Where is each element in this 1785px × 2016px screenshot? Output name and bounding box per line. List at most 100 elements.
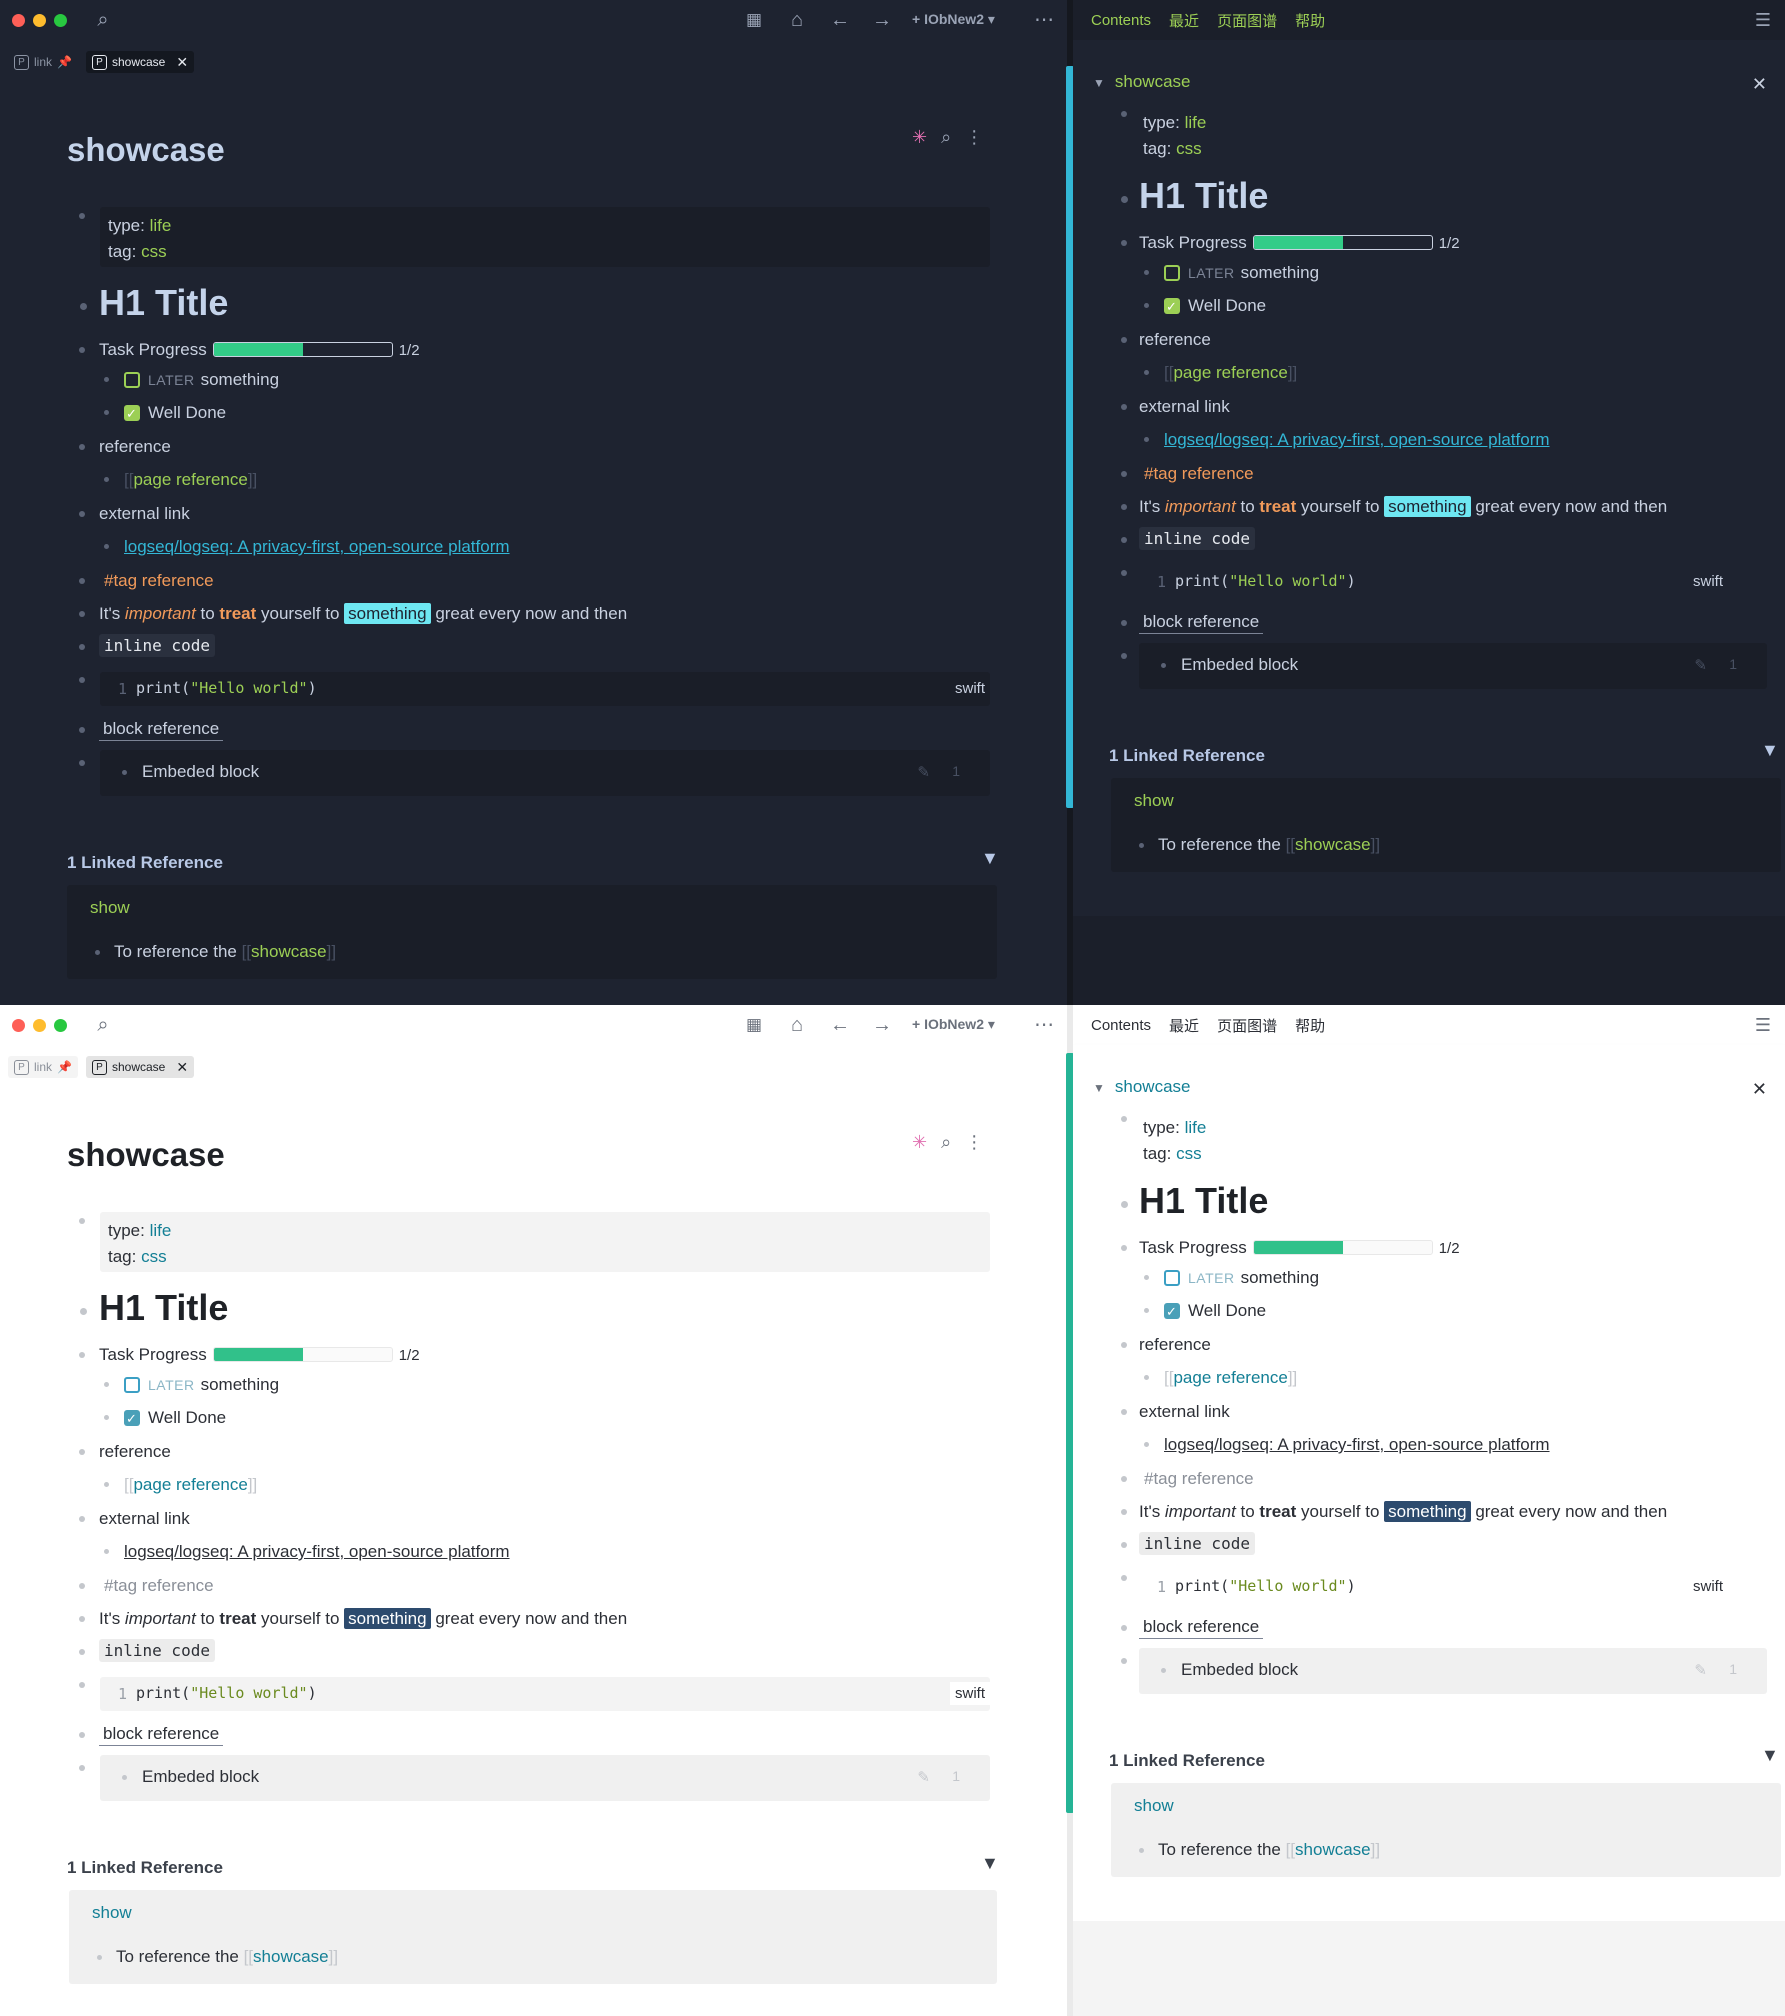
block-reference[interactable]: block reference xyxy=(99,718,224,741)
bullet[interactable] xyxy=(79,644,85,650)
bullet[interactable] xyxy=(1121,471,1127,477)
external-link[interactable]: logseq/logseq: A privacy-first, open-sou… xyxy=(124,1541,510,1563)
bullet[interactable] xyxy=(79,1616,85,1622)
close-icon[interactable]: ✕ xyxy=(1752,1079,1767,1100)
h1-heading[interactable]: H1 Title xyxy=(99,1288,228,1328)
bullet[interactable] xyxy=(1121,653,1127,659)
caret-down-icon[interactable]: ▼ xyxy=(1093,1081,1105,1095)
bullet[interactable] xyxy=(1144,370,1149,375)
reference-count[interactable]: 1 xyxy=(1729,656,1737,672)
page-reference-link[interactable]: showcase xyxy=(251,942,327,961)
arrow-left-icon[interactable]: ← xyxy=(827,1013,853,1037)
arrow-left-icon[interactable]: ← xyxy=(827,8,853,32)
page-reference[interactable]: [[page reference]] xyxy=(1164,362,1297,384)
code-language[interactable]: swift xyxy=(1693,573,1723,590)
embedded-block[interactable]: Embeded block ✎ 1 xyxy=(1139,643,1767,689)
home-icon[interactable]: ⌂ xyxy=(784,1013,810,1037)
calendar-icon[interactable]: ▦ xyxy=(741,8,767,32)
bullet[interactable] xyxy=(1144,270,1149,275)
reference-count[interactable]: 1 xyxy=(952,763,960,779)
bullet[interactable] xyxy=(1121,1245,1127,1251)
calendar-icon[interactable]: ▦ xyxy=(741,1013,767,1037)
bullet[interactable] xyxy=(79,760,85,766)
page-reference-link[interactable]: showcase xyxy=(253,1947,329,1966)
filter-icon[interactable]: ▼ xyxy=(1761,740,1779,761)
bullet[interactable] xyxy=(79,677,85,683)
minimize-window-button[interactable] xyxy=(33,1019,46,1032)
caret-down-icon[interactable]: ▼ xyxy=(1093,76,1105,90)
sidebar-page-title[interactable]: ▼ showcase xyxy=(1093,1077,1191,1097)
page-title[interactable]: showcase xyxy=(67,1136,225,1174)
h1-heading[interactable]: H1 Title xyxy=(1139,176,1268,216)
checkbox[interactable] xyxy=(124,1377,140,1393)
page-reference-link[interactable]: page reference xyxy=(133,470,247,489)
sidebar-nav-graph[interactable]: 页面图谱 xyxy=(1217,1015,1277,1036)
block-reference-link[interactable]: block reference xyxy=(99,1724,224,1746)
bullet[interactable] xyxy=(104,410,109,415)
page-properties[interactable]: type: life tag: css xyxy=(1135,106,1435,162)
checkbox[interactable] xyxy=(124,372,140,388)
tag-reference[interactable]: #tag reference xyxy=(1144,463,1254,485)
external-link[interactable]: logseq/logseq: A privacy-first, open-sou… xyxy=(1164,1434,1550,1456)
more-vertical-icon[interactable]: ⋮ xyxy=(965,1132,983,1153)
tag-reference[interactable]: #tag reference xyxy=(104,570,214,592)
minimize-window-button[interactable] xyxy=(33,14,46,27)
checkbox-checked[interactable] xyxy=(124,403,140,425)
bullet[interactable] xyxy=(1121,337,1127,343)
bullet[interactable] xyxy=(1121,1625,1127,1631)
prop-value[interactable]: css xyxy=(1176,1144,1202,1163)
block-reference[interactable]: block reference xyxy=(1139,611,1264,634)
bullet[interactable] xyxy=(1144,1442,1149,1447)
more-vertical-icon[interactable]: ⋮ xyxy=(965,127,983,148)
bullet[interactable] xyxy=(122,770,127,775)
filter-icon[interactable]: ▼ xyxy=(981,848,999,869)
external-link[interactable]: logseq/logseq: A privacy-first, open-sou… xyxy=(1164,429,1550,451)
filter-icon[interactable]: ▼ xyxy=(981,1853,999,1874)
tag-reference[interactable]: #tag reference xyxy=(1144,1468,1254,1490)
close-window-button[interactable] xyxy=(12,14,25,27)
bullet[interactable] xyxy=(80,1308,87,1315)
bullet[interactable] xyxy=(1121,620,1127,626)
page-properties[interactable]: type: life tag: css xyxy=(100,207,990,267)
hamburger-menu-icon[interactable]: ☰ xyxy=(1755,10,1771,31)
reference-count[interactable]: 1 xyxy=(952,1768,960,1784)
checkbox-checked[interactable] xyxy=(1164,296,1180,318)
bullet[interactable] xyxy=(79,1218,85,1224)
arrow-right-icon[interactable]: → xyxy=(869,8,895,32)
bullet[interactable] xyxy=(1121,1542,1127,1548)
home-icon[interactable]: ⌂ xyxy=(784,8,810,32)
checkbox-checked[interactable] xyxy=(124,1408,140,1430)
bullet[interactable] xyxy=(79,727,85,733)
bullet[interactable] xyxy=(1144,1308,1149,1313)
prop-value[interactable]: life xyxy=(150,216,172,235)
checkbox-checked[interactable] xyxy=(1164,1301,1180,1323)
page-reference-link[interactable]: page reference xyxy=(1173,1368,1287,1387)
prop-value[interactable]: css xyxy=(141,1247,167,1266)
maximize-window-button[interactable] xyxy=(54,1019,67,1032)
bullet[interactable] xyxy=(79,511,85,517)
bullet[interactable] xyxy=(104,1415,109,1420)
linked-reference-title[interactable]: 1 Linked Reference xyxy=(1109,1751,1265,1771)
pencil-icon[interactable]: ✎ xyxy=(1694,656,1707,674)
close-tab-icon[interactable]: ✕ xyxy=(176,54,188,71)
code-block[interactable]: 1 print("Hello world") swift xyxy=(100,1677,990,1711)
checkbox[interactable] xyxy=(1164,265,1180,281)
prop-value[interactable]: life xyxy=(150,1221,172,1240)
page-reference-link[interactable]: showcase xyxy=(1295,1840,1371,1859)
hamburger-menu-icon[interactable]: ☰ xyxy=(1755,1015,1771,1036)
page-reference[interactable]: [[page reference]] xyxy=(1164,1367,1297,1389)
block-reference-link[interactable]: block reference xyxy=(1139,1617,1264,1639)
pencil-icon[interactable]: ✎ xyxy=(917,763,930,781)
bullet[interactable] xyxy=(1144,1375,1149,1380)
bullet[interactable] xyxy=(1121,1476,1127,1482)
search-icon[interactable]: ⌕ xyxy=(90,8,116,32)
block-reference-link[interactable]: block reference xyxy=(1139,612,1264,634)
bullet[interactable] xyxy=(79,611,85,617)
block-reference[interactable]: block reference xyxy=(1139,1616,1264,1639)
search-icon[interactable]: ⌕ xyxy=(941,1132,951,1153)
pencil-icon[interactable]: ✎ xyxy=(1694,1661,1707,1679)
bullet[interactable] xyxy=(79,578,85,584)
flower-icon[interactable]: ✳ xyxy=(912,1132,927,1153)
tab-showcase[interactable]: Pshowcase ✕ xyxy=(85,1056,195,1078)
bullet[interactable] xyxy=(1144,437,1149,442)
